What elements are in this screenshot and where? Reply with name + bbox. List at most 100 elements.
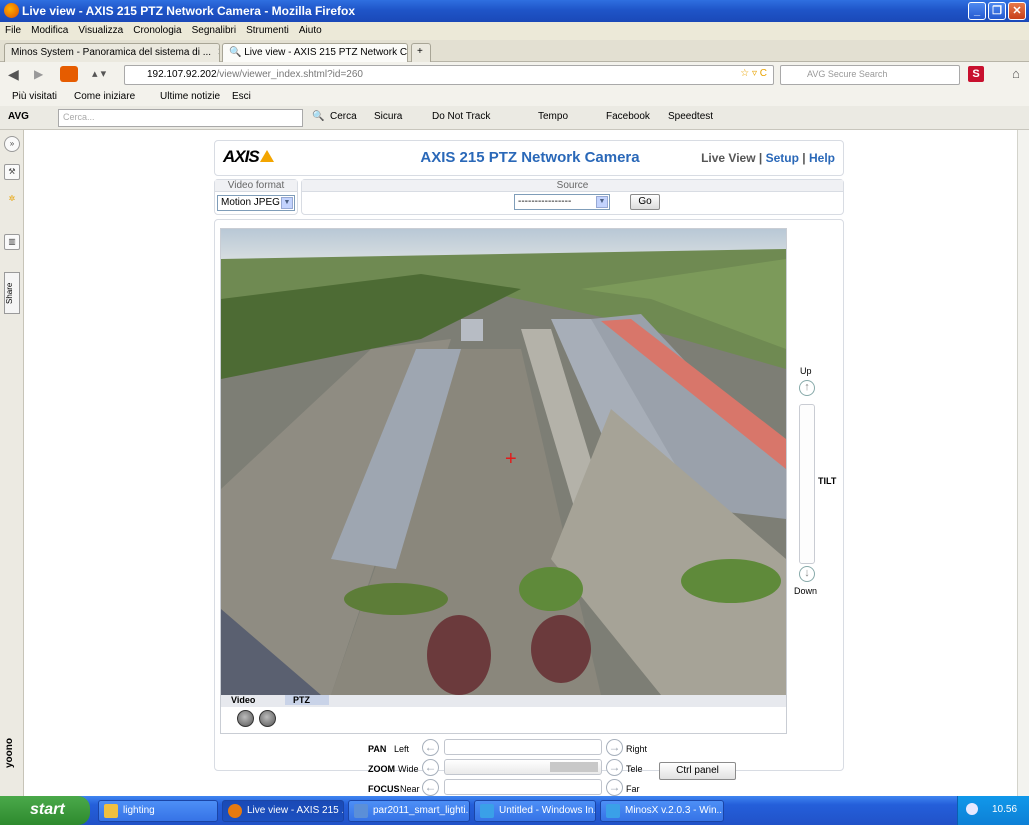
focus-near-label: Near [400, 784, 420, 794]
gear-icon[interactable]: ✲ [4, 192, 20, 208]
close-tab-icon[interactable]: ✕ [217, 47, 219, 58]
arrow-left-icon[interactable]: ← [422, 739, 439, 756]
bookmark-ultime-notizie[interactable]: Ultime notizie [160, 91, 220, 102]
menu-aiuto[interactable]: Aiuto [294, 22, 327, 36]
arrow-left-icon[interactable]: ← [422, 759, 439, 776]
tilt-slider[interactable] [799, 404, 815, 564]
addon-s-icon[interactable]: S [968, 66, 984, 82]
window-title: Live view - AXIS 215 PTZ Network Camera … [22, 4, 355, 18]
video-format-value: Motion JPEG [221, 197, 280, 208]
menu-visualizza[interactable]: Visualizza [73, 22, 128, 36]
avg-speedtest[interactable]: Speedtest [668, 111, 713, 122]
nav-separator: | [758, 151, 763, 165]
history-dropdown-icon[interactable]: ▴ ▾ [92, 67, 106, 80]
firefox-icon [228, 804, 242, 818]
nav-setup-link[interactable]: Setup [766, 151, 799, 165]
avg-cerca[interactable]: Cerca [330, 111, 357, 122]
back-icon[interactable]: ◀ [8, 66, 19, 83]
bookmark-piu-visitati[interactable]: Più visitati [12, 91, 57, 102]
tilt-label: TILT [818, 476, 837, 486]
navigation-bar: ◀ ▶ ▴ ▾ 192.107.92.202/view/viewer_index… [0, 62, 1029, 88]
zoom-slider[interactable] [444, 759, 602, 775]
menu-strumenti[interactable]: Strumenti [241, 22, 294, 36]
avg-search-input[interactable]: Cerca... [58, 109, 303, 127]
arrow-right-icon[interactable]: → [606, 779, 623, 796]
panel-icon[interactable]: ▥ [4, 234, 20, 250]
tab-minos-system[interactable]: Minos System - Panoramica del sistema di… [4, 43, 220, 62]
tab-video[interactable]: Video [231, 695, 255, 705]
task-par2011[interactable]: par2011_smart_lighti... [348, 800, 470, 822]
bookmark-star-icon[interactable]: ☆ ▿ C [740, 68, 767, 79]
avg-logo[interactable]: AVG [8, 111, 29, 122]
focus-slider[interactable] [444, 779, 602, 795]
expand-icon[interactable]: » [4, 136, 20, 152]
menu-file[interactable]: File [0, 22, 26, 36]
task-label: Live view - AXIS 215 ... [247, 805, 344, 816]
url-field[interactable]: 192.107.92.202/view/viewer_index.shtml?i… [124, 65, 774, 85]
video-format-panel: Video format Motion JPEG ▼ [214, 179, 298, 215]
task-label: MinosX v.2.0.3 - Win... [625, 805, 724, 816]
maximize-icon[interactable]: ❐ [988, 2, 1006, 20]
camera-video[interactable]: + [221, 229, 786, 695]
yoono-logo[interactable]: yoono [4, 738, 20, 768]
go-button[interactable]: Go [630, 194, 660, 210]
close-icon[interactable]: ✕ [1008, 2, 1026, 20]
bookmark-esci[interactable]: Esci [232, 91, 251, 102]
forward-icon[interactable]: ▶ [34, 67, 43, 81]
task-live-view[interactable]: Live view - AXIS 215 ... [222, 800, 344, 822]
avg-facebook[interactable]: Facebook [606, 111, 650, 122]
network-icon[interactable] [966, 803, 978, 815]
pan-slider[interactable] [444, 739, 602, 755]
minimize-icon[interactable]: _ [968, 2, 986, 20]
ctrl-panel-button[interactable]: Ctrl panel [659, 762, 736, 780]
tab-ptz[interactable]: PTZ [285, 695, 329, 705]
arrow-left-icon[interactable]: ← [422, 779, 439, 796]
avg-sicura[interactable]: Sicura [374, 111, 402, 122]
ie-icon [480, 804, 494, 818]
clock[interactable]: 10.56 [992, 804, 1017, 815]
video-image: + [221, 229, 786, 695]
nav-help-link[interactable]: Help [809, 151, 835, 165]
arrow-up-icon[interactable]: ↑ [799, 380, 815, 396]
menu-modifica[interactable]: Modifica [26, 22, 73, 36]
play-icon[interactable] [259, 710, 276, 727]
start-label: start [30, 801, 65, 818]
menu-segnalibri[interactable]: Segnalibri [187, 22, 241, 36]
task-untitled[interactable]: Untitled - Windows In... [474, 800, 596, 822]
task-lighting[interactable]: lighting [98, 800, 218, 822]
arrow-right-icon[interactable]: → [606, 739, 623, 756]
focus-label: FOCUS [368, 784, 400, 794]
home-icon[interactable]: ⌂ [1012, 66, 1020, 81]
video-format-select[interactable]: Motion JPEG ▼ [217, 195, 295, 211]
search-icon: 🔍 [229, 47, 242, 58]
window-title-bar[interactable]: Live view - AXIS 215 PTZ Network Camera … [0, 0, 1029, 22]
tools-icon[interactable]: ⚒ [4, 164, 20, 180]
magnifier-icon[interactable]: 🔍 [312, 111, 324, 122]
avg-toolbar-icon[interactable] [60, 66, 78, 82]
new-tab-button[interactable]: + [411, 43, 431, 62]
arrow-down-icon[interactable]: ↓ [799, 566, 815, 582]
avg-tempo[interactable]: Tempo [538, 111, 568, 122]
share-button[interactable]: Share [4, 272, 20, 314]
vertical-scrollbar[interactable] [1017, 130, 1029, 796]
focus-far-label: Far [626, 784, 640, 794]
video-tabs: Video PTZ [221, 695, 786, 707]
start-button[interactable]: start [0, 796, 90, 825]
taskbar: start lighting Live view - AXIS 215 ... … [0, 796, 1029, 825]
video-format-label: Video format [215, 180, 297, 192]
source-panel: Source ---------------- ▼ Go [301, 179, 844, 215]
avg-do-not-track[interactable]: Do Not Track [432, 111, 490, 122]
ie-icon [606, 804, 620, 818]
bookmark-come-iniziare[interactable]: Come iniziare [74, 91, 135, 102]
tab-bar: Minos System - Panoramica del sistema di… [0, 40, 1029, 62]
pan-label: PAN [368, 744, 387, 754]
menu-cronologia[interactable]: Cronologia [128, 22, 186, 36]
avg-toolbar: AVG Cerca... 🔍 Cerca Sicura Do Not Track… [0, 106, 1029, 130]
source-select[interactable]: ---------------- ▼ [514, 194, 610, 210]
stop-icon[interactable] [237, 710, 254, 727]
arrow-right-icon[interactable]: → [606, 759, 623, 776]
task-minosx[interactable]: MinosX v.2.0.3 - Win... [600, 800, 724, 822]
tab-live-view[interactable]: 🔍 Live view - AXIS 215 PTZ Network Camer… [222, 43, 408, 62]
search-input[interactable]: AVG Secure Search ⌕ [780, 65, 977, 85]
nav-separator: | [802, 151, 806, 165]
